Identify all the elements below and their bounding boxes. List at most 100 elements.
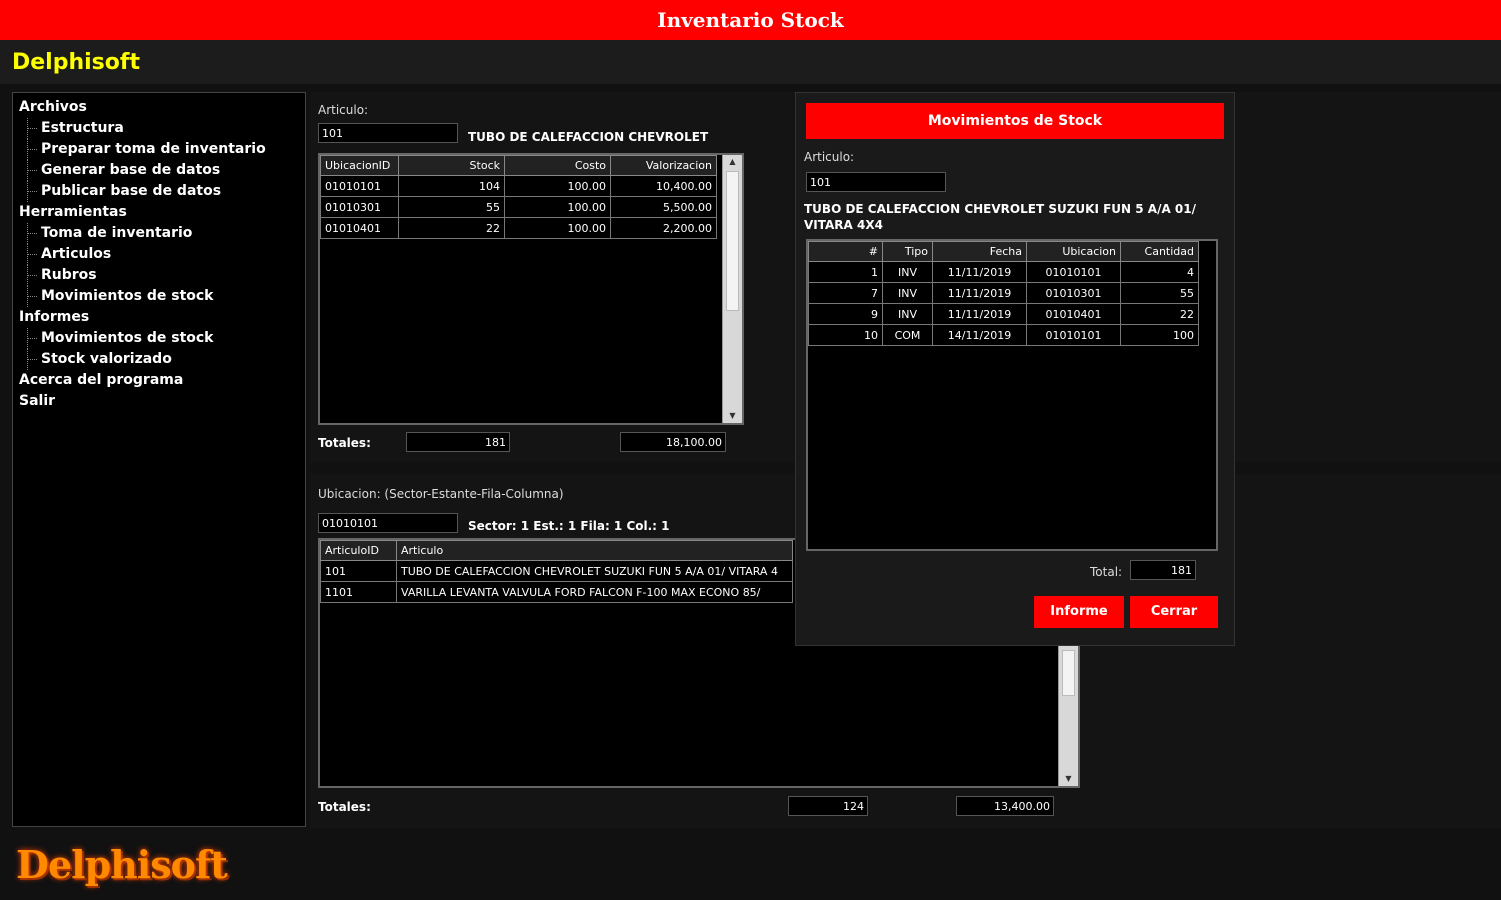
cell-fecha: 14/11/2019 <box>932 324 1027 346</box>
scroll-thumb[interactable] <box>726 171 739 311</box>
cell-ubicacion: 01010101 <box>1026 261 1121 283</box>
cell-costo: 100.00 <box>504 196 611 218</box>
menu-group-herramientas[interactable]: Herramientas <box>19 202 299 223</box>
articulo-label: Articulo: <box>318 103 369 117</box>
ubicacion-grid-scrollbar[interactable]: ▼ <box>1058 646 1078 786</box>
cell-numero: 7 <box>808 282 883 304</box>
cell-articulo: VARILLA LEVANTA VALVULA FORD FALCON F-10… <box>396 581 793 603</box>
table-row[interactable]: 101 TUBO DE CALEFACCION CHEVROLET SUZUKI… <box>320 560 793 582</box>
cell-cantidad: 55 <box>1120 282 1199 304</box>
scroll-down-icon[interactable]: ▼ <box>1059 772 1078 786</box>
scroll-down-icon[interactable]: ▼ <box>723 409 742 423</box>
stock-grid-scrollbar[interactable]: ▲ ▼ <box>722 155 742 423</box>
table-row[interactable]: 01010301 55 100.00 5,500.00 <box>320 196 717 218</box>
col-articulo[interactable]: Articulo <box>396 540 793 561</box>
cerrar-button[interactable]: Cerrar <box>1130 596 1218 628</box>
total-stock-field-bottom: 124 <box>788 796 868 816</box>
totales-label-bottom: Totales: <box>318 800 371 814</box>
cell-stock: 22 <box>398 217 505 239</box>
sidebar-menu: Archivos Estructura Preparar toma de inv… <box>12 92 306 827</box>
menu-group-acerca[interactable]: Acerca del programa <box>19 370 299 391</box>
col-ubicacion[interactable]: Ubicacion <box>1026 241 1121 262</box>
total-stock-field: 181 <box>406 432 510 452</box>
cell-tipo: INV <box>882 303 933 325</box>
table-row[interactable]: 1 INV 11/11/2019 01010101 4 <box>808 261 1199 283</box>
col-articulo-id[interactable]: ArticuloID <box>320 540 397 561</box>
movimientos-grid: # Tipo Fecha Ubicacion Cantidad 1 INV 11… <box>806 239 1218 551</box>
cell-numero: 9 <box>808 303 883 325</box>
menu-item-informe-movimientos[interactable]: Movimientos de stock <box>19 328 299 349</box>
cell-stock: 55 <box>398 196 505 218</box>
stock-grid: UbicacionID Stock Costo Valorizacion 010… <box>318 153 744 425</box>
cell-numero: 10 <box>808 324 883 346</box>
dialog-total-field: 181 <box>1130 560 1196 580</box>
top-bar <box>0 40 1501 84</box>
scroll-up-icon[interactable]: ▲ <box>723 155 742 169</box>
cell-fecha: 11/11/2019 <box>932 303 1027 325</box>
dialog-title: Movimientos de Stock <box>806 103 1224 139</box>
menu-group-informes[interactable]: Informes <box>19 307 299 328</box>
cell-tipo: INV <box>882 282 933 304</box>
col-numero[interactable]: # <box>808 241 883 262</box>
cell-tipo: INV <box>882 261 933 283</box>
col-costo[interactable]: Costo <box>504 155 611 176</box>
dialog-articulo-label: Articulo: <box>804 150 855 164</box>
cell-tipo: COM <box>882 324 933 346</box>
cell-ubicacion: 01010101 <box>1026 324 1121 346</box>
menu-item-rubros[interactable]: Rubros <box>19 265 299 286</box>
scroll-thumb[interactable] <box>1062 650 1075 696</box>
menu-item-publicar-base[interactable]: Publicar base de datos <box>19 181 299 202</box>
menu-item-movimientos[interactable]: Movimientos de stock <box>19 286 299 307</box>
app-title: Inventario Stock <box>0 0 1501 40</box>
menu-item-stock-valorizado[interactable]: Stock valorizado <box>19 349 299 370</box>
menu-item-preparar-toma[interactable]: Preparar toma de inventario <box>19 139 299 160</box>
articulo-description: TUBO DE CALEFACCION CHEVROLET <box>468 130 709 144</box>
menu-group-salir[interactable]: Salir <box>19 391 299 412</box>
menu-item-toma-inventario[interactable]: Toma de inventario <box>19 223 299 244</box>
table-row[interactable]: 1101 VARILLA LEVANTA VALVULA FORD FALCON… <box>320 581 793 603</box>
col-ubicacion[interactable]: UbicacionID <box>320 155 399 176</box>
ubicacion-label: Ubicacion: (Sector-Estante-Fila-Columna) <box>318 487 564 501</box>
cell-stock: 104 <box>398 175 505 197</box>
total-valor-field: 18,100.00 <box>620 432 726 452</box>
cell-numero: 1 <box>808 261 883 283</box>
col-cantidad[interactable]: Cantidad <box>1120 241 1199 262</box>
col-stock[interactable]: Stock <box>398 155 505 176</box>
footer-logo: Delphisoft <box>16 842 228 887</box>
cell-valorizacion: 5,500.00 <box>610 196 717 218</box>
table-header-row: ArticuloID Articulo <box>320 540 793 561</box>
dialog-articulo-input[interactable]: 101 <box>806 172 946 192</box>
cell-valorizacion: 2,200.00 <box>610 217 717 239</box>
table-row[interactable]: 01010401 22 100.00 2,200.00 <box>320 217 717 239</box>
cell-ubicacion: 01010101 <box>320 175 399 197</box>
cell-ubicacion: 01010301 <box>320 196 399 218</box>
cell-costo: 100.00 <box>504 217 611 239</box>
cell-costo: 100.00 <box>504 175 611 197</box>
menu-item-estructura[interactable]: Estructura <box>19 118 299 139</box>
cell-ubicacion: 01010401 <box>320 217 399 239</box>
table-row[interactable]: 7 INV 11/11/2019 01010301 55 <box>808 282 1199 304</box>
menu-item-generar-base[interactable]: Generar base de datos <box>19 160 299 181</box>
cell-ubicacion: 01010401 <box>1026 303 1121 325</box>
cell-fecha: 11/11/2019 <box>932 282 1027 304</box>
table-row[interactable]: 01010101 104 100.00 10,400.00 <box>320 175 717 197</box>
cell-cantidad: 22 <box>1120 303 1199 325</box>
cell-articulo: TUBO DE CALEFACCION CHEVROLET SUZUKI FUN… <box>396 560 793 582</box>
table-row[interactable]: 9 INV 11/11/2019 01010401 22 <box>808 303 1199 325</box>
col-fecha[interactable]: Fecha <box>932 241 1027 262</box>
brand-name: Delphisoft <box>12 50 140 75</box>
dialog-description: TUBO DE CALEFACCION CHEVROLET SUZUKI FUN… <box>804 202 1196 232</box>
col-valorizacion[interactable]: Valorizacion <box>610 155 717 176</box>
stock-table: UbicacionID Stock Costo Valorizacion 010… <box>320 155 717 239</box>
menu-group-archivos[interactable]: Archivos <box>19 97 299 118</box>
cell-articulo-id: 1101 <box>320 581 397 603</box>
articulo-input[interactable]: 101 <box>318 123 458 143</box>
totales-label: Totales: <box>318 436 371 450</box>
col-tipo[interactable]: Tipo <box>882 241 933 262</box>
menu-item-articulos[interactable]: Articulos <box>19 244 299 265</box>
ubicacion-description: Sector: 1 Est.: 1 Fila: 1 Col.: 1 <box>468 519 670 533</box>
table-row[interactable]: 10 COM 14/11/2019 01010101 100 <box>808 324 1199 346</box>
dialog-total-label: Total: <box>1090 565 1123 579</box>
ubicacion-input[interactable]: 01010101 <box>318 513 458 533</box>
informe-button[interactable]: Informe <box>1034 596 1124 628</box>
